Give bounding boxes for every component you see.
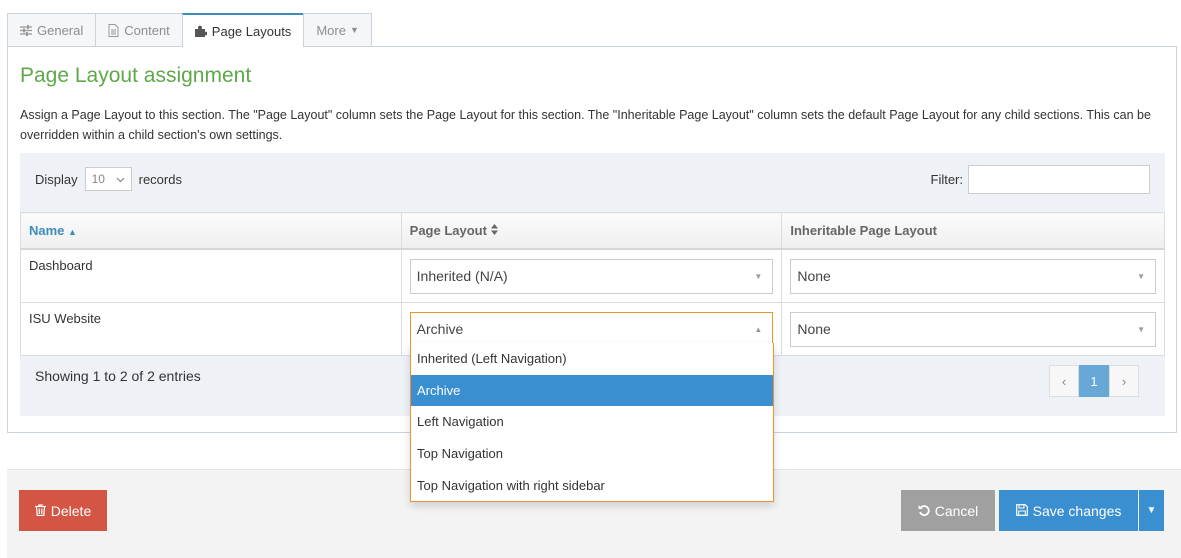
table-info: Showing 1 to 2 of 2 entries: [35, 368, 201, 384]
filter-control: Filter:: [930, 165, 1150, 194]
tab-label: Page Layouts: [211, 23, 292, 39]
save-changes-button[interactable]: Save changes: [999, 490, 1138, 531]
inheritable-layout-select[interactable]: None ▼: [790, 311, 1156, 347]
sliders-icon: [20, 24, 32, 36]
table-row: Dashboard Inherited (N/A) ▼ None ▼: [20, 248, 1165, 303]
tab-more[interactable]: More ▼: [303, 13, 372, 47]
pagination-next[interactable]: ›: [1109, 365, 1139, 397]
cell-name: Dashboard: [20, 248, 402, 303]
table-header-row: Name ▲ Page Layout Inheritable Page Layo…: [20, 212, 1165, 250]
caret-down-icon: ▼: [1137, 271, 1145, 281]
chevron-down-icon: [116, 172, 125, 186]
filter-label: Filter:: [930, 172, 964, 187]
delete-button[interactable]: Delete: [19, 490, 107, 531]
filter-input[interactable]: [968, 165, 1150, 194]
tab-label: General: [37, 22, 84, 38]
caret-down-icon: ▼: [1137, 324, 1145, 334]
trash-icon: [34, 503, 46, 519]
layouts-table: Name ▲ Page Layout Inheritable Page Layo…: [20, 212, 1165, 356]
cell-inheritable: None ▼: [781, 248, 1165, 303]
dropdown-option[interactable]: Top Navigation: [411, 438, 773, 470]
tab-label: Content: [124, 22, 170, 38]
tab-page-layouts[interactable]: Page Layouts: [181, 13, 304, 48]
caret-down-icon: ▼: [1146, 505, 1157, 516]
display-label: Display: [35, 171, 78, 187]
tab-bar: General Content Page Layouts More ▼: [7, 13, 372, 48]
undo-icon: [918, 503, 930, 519]
page-title: Page Layout assignment: [20, 64, 252, 87]
caret-down-icon: ▼: [349, 25, 359, 35]
page-length-control: Display 10 records: [35, 167, 182, 191]
inheritable-layout-select[interactable]: None ▼: [790, 258, 1156, 294]
pagination: ‹ 1 ›: [1049, 365, 1139, 397]
dropdown-option[interactable]: Left Navigation: [411, 406, 773, 438]
pagination-page-1[interactable]: 1: [1079, 365, 1109, 397]
column-header-page-layout[interactable]: Page Layout: [400, 212, 783, 250]
tab-content[interactable]: Content: [95, 13, 182, 47]
pagination-prev[interactable]: ‹: [1049, 365, 1079, 397]
page-layout-dropdown-menu: Inherited (Left Navigation) Archive Left…: [410, 343, 774, 502]
tab-general[interactable]: General: [7, 13, 96, 47]
sort-both-icon: [490, 223, 498, 238]
column-header-inheritable[interactable]: Inheritable Page Layout: [781, 212, 1165, 250]
tab-label: More: [316, 22, 346, 38]
cell-name: ISU Website: [20, 301, 402, 356]
sort-asc-icon: ▲: [68, 226, 77, 237]
page-length-select[interactable]: 10: [84, 167, 132, 191]
page-layout-select[interactable]: Archive ▲: [409, 311, 774, 347]
column-header-name[interactable]: Name ▲: [20, 212, 402, 250]
page-description: Assign a Page Layout to this section. Th…: [20, 108, 1151, 142]
page-length-value: 10: [91, 172, 105, 186]
caret-down-icon: ▼: [754, 271, 763, 281]
document-icon: [108, 23, 119, 37]
records-label: records: [138, 171, 182, 187]
floppy-disk-icon: [1015, 503, 1028, 519]
dropdown-option-highlighted[interactable]: Archive: [411, 374, 773, 407]
cell-page-layout: Inherited (N/A) ▼: [400, 248, 783, 303]
dropdown-option[interactable]: Top Navigation with right sidebar: [411, 469, 773, 501]
dropdown-option[interactable]: Inherited (Left Navigation): [411, 343, 773, 375]
cell-inheritable: None ▼: [781, 301, 1165, 356]
caret-up-icon: ▲: [754, 324, 763, 334]
puzzle-icon: [194, 25, 207, 37]
cancel-button[interactable]: Cancel: [901, 490, 995, 531]
save-options-toggle[interactable]: ▼: [1139, 490, 1164, 531]
page-layout-select[interactable]: Inherited (N/A) ▼: [409, 258, 774, 294]
